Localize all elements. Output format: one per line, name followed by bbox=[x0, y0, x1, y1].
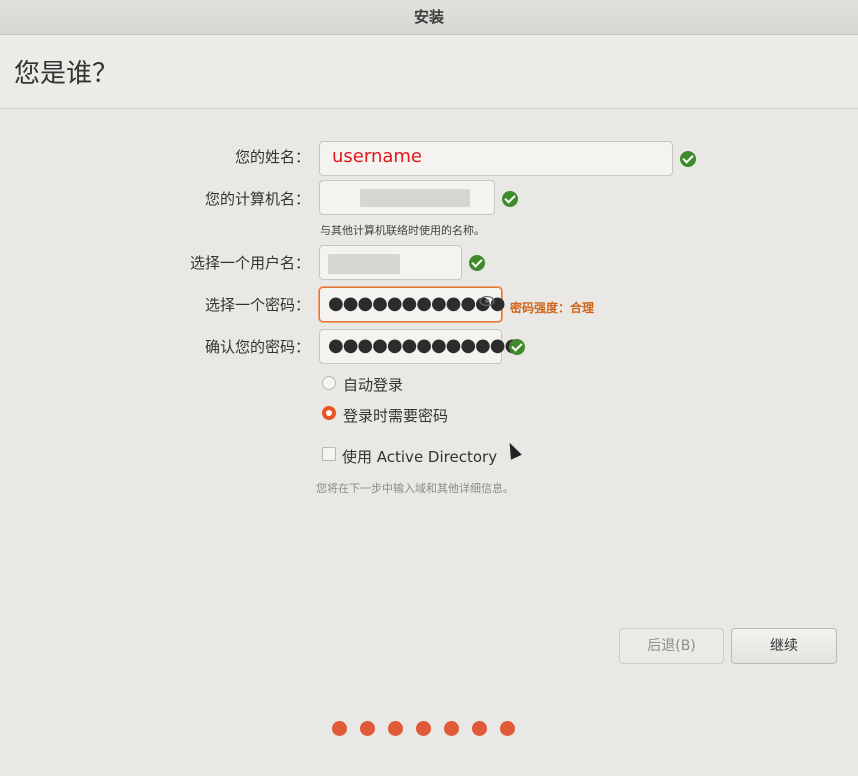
progress-dot bbox=[472, 721, 487, 736]
progress-dot bbox=[388, 721, 403, 736]
active-directory-checkbox[interactable] bbox=[322, 447, 336, 461]
password-dots: ●●●●●●●●●●●● bbox=[328, 293, 505, 314]
page-title: 您是谁？ bbox=[14, 59, 119, 89]
password-label: 选择一个密码： bbox=[204, 296, 310, 314]
window-title: 安装 bbox=[413, 8, 444, 26]
back-button[interactable]: 后退(B) bbox=[619, 628, 724, 664]
confirm-password-field[interactable]: ●●●●●●●●●●●●● bbox=[319, 329, 520, 364]
require-password-label[interactable]: 登录时需要密码 bbox=[343, 405, 448, 426]
username-redacted bbox=[328, 254, 400, 274]
password-field[interactable]: ●●●●●●●●●●●● bbox=[319, 287, 505, 322]
confirm-password-dots: ●●●●●●●●●●●●● bbox=[328, 335, 520, 356]
password-strength: 密码强度：合理 bbox=[510, 301, 595, 315]
active-directory-label[interactable]: 使用 Active Directory bbox=[342, 446, 497, 467]
computer-name-valid-check-icon bbox=[502, 191, 518, 207]
active-directory-note: 您将在下一步中输入域和其他详细信息。 bbox=[316, 482, 514, 495]
name-valid-check-icon bbox=[680, 151, 696, 167]
progress-dot bbox=[416, 721, 431, 736]
computer-name-field[interactable] bbox=[319, 180, 495, 215]
confirm-password-label: 确认您的密码： bbox=[204, 338, 310, 356]
show-password-eye-icon[interactable] bbox=[479, 294, 495, 308]
username-valid-check-icon bbox=[469, 255, 485, 271]
progress-dot bbox=[444, 721, 459, 736]
require-password-radio[interactable] bbox=[322, 406, 336, 420]
username-field[interactable] bbox=[319, 245, 462, 280]
progress-dot bbox=[332, 721, 347, 736]
auto-login-radio[interactable] bbox=[322, 376, 336, 390]
confirm-password-valid-check-icon bbox=[509, 339, 525, 355]
name-value: username bbox=[332, 146, 422, 167]
username-label: 选择一个用户名： bbox=[189, 254, 310, 272]
mouse-pointer-icon bbox=[504, 440, 522, 460]
name-field[interactable]: username bbox=[319, 141, 673, 176]
progress-dot bbox=[360, 721, 375, 736]
computer-name-label: 您的计算机名： bbox=[204, 190, 310, 208]
computer-name-redacted bbox=[360, 189, 470, 207]
continue-button[interactable]: 继续 bbox=[731, 628, 837, 664]
progress-dot bbox=[500, 721, 515, 736]
auto-login-label[interactable]: 自动登录 bbox=[343, 374, 403, 395]
window-titlebar: 安装 bbox=[0, 0, 858, 35]
computer-name-hint: 与其他计算机联络时使用的名称。 bbox=[320, 224, 485, 237]
page-header: 您是谁？ bbox=[0, 35, 858, 109]
name-label: 您的姓名： bbox=[234, 148, 310, 166]
